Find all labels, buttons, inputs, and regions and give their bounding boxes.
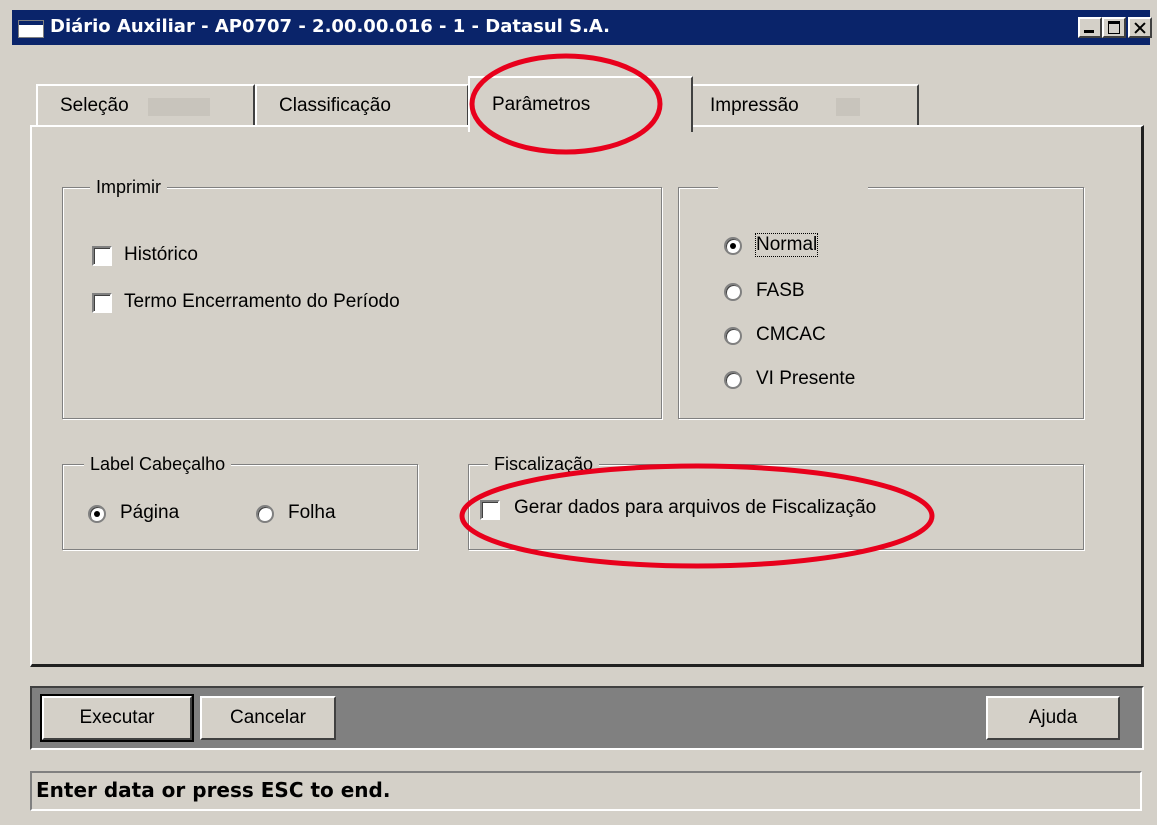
vl-presente-radio[interactable]: [724, 371, 742, 389]
termo-encerramento-label: Termo Encerramento do Período: [124, 291, 400, 312]
imprimir-legend: Imprimir: [90, 176, 167, 198]
window-title: Diário Auxiliar - AP0707 - 2.00.00.016 -…: [50, 16, 611, 37]
tab-parametros[interactable]: Parâmetros: [468, 76, 693, 132]
normal-radio[interactable]: [724, 237, 742, 255]
fasb-label: FASB: [756, 280, 805, 301]
folha-label: Folha: [288, 502, 336, 523]
historico-label: Histórico: [124, 244, 198, 265]
cmcac-radio[interactable]: [724, 327, 742, 345]
termo-encerramento-checkbox[interactable]: [92, 293, 112, 313]
tab-label: Seleção: [60, 95, 129, 116]
historico-checkbox[interactable]: [92, 246, 112, 266]
label-cabecalho-group: [62, 464, 418, 550]
fiscalizacao-legend: Fiscalização: [488, 453, 600, 475]
moeda-legend: [718, 176, 868, 198]
tab-panel-parametros: Imprimir Histórico Termo Encerramento do…: [30, 125, 1144, 667]
folha-radio[interactable]: [256, 505, 274, 523]
tab-classificacao[interactable]: Classificação: [255, 84, 469, 128]
pagina-label: Página: [120, 502, 180, 523]
normal-label: Normal: [754, 233, 819, 257]
fasb-radio[interactable]: [724, 283, 742, 301]
status-bar: Enter data or press ESC to end.: [30, 771, 1142, 811]
dialog-window: Diário Auxiliar - AP0707 - 2.00.00.016 -…: [0, 0, 1157, 825]
minimize-button[interactable]: [1078, 17, 1102, 38]
label-cabecalho-legend: Label Cabeçalho: [84, 453, 232, 475]
pagina-radio[interactable]: [88, 505, 106, 523]
window-app-icon: [18, 20, 44, 38]
button-bar: Executar Cancelar Ajuda: [30, 686, 1144, 750]
cmcac-label: CMCAC: [756, 324, 826, 345]
tab-label: Classificação: [279, 95, 391, 116]
tab-decoration: [836, 98, 860, 116]
ajuda-button[interactable]: Ajuda: [986, 696, 1120, 740]
tab-selecao[interactable]: Seleção: [36, 84, 255, 128]
maximize-button[interactable]: [1102, 17, 1126, 38]
tab-label: Parâmetros: [492, 94, 591, 115]
vl-presente-label: VI Presente: [756, 368, 856, 389]
executar-button[interactable]: Executar: [40, 694, 194, 742]
gerar-dados-fiscalizacao-label: Gerar dados para arquivos de Fiscalizaçã…: [514, 497, 877, 518]
cancelar-button[interactable]: Cancelar: [200, 696, 336, 740]
close-button[interactable]: [1128, 17, 1152, 38]
title-bar[interactable]: Diário Auxiliar - AP0707 - 2.00.00.016 -…: [12, 10, 1152, 45]
gerar-dados-fiscalizacao-checkbox[interactable]: [480, 500, 500, 520]
tab-decoration: [148, 98, 210, 116]
tab-label: Impressão: [710, 95, 799, 116]
tab-impressao[interactable]: Impressão: [686, 84, 919, 128]
